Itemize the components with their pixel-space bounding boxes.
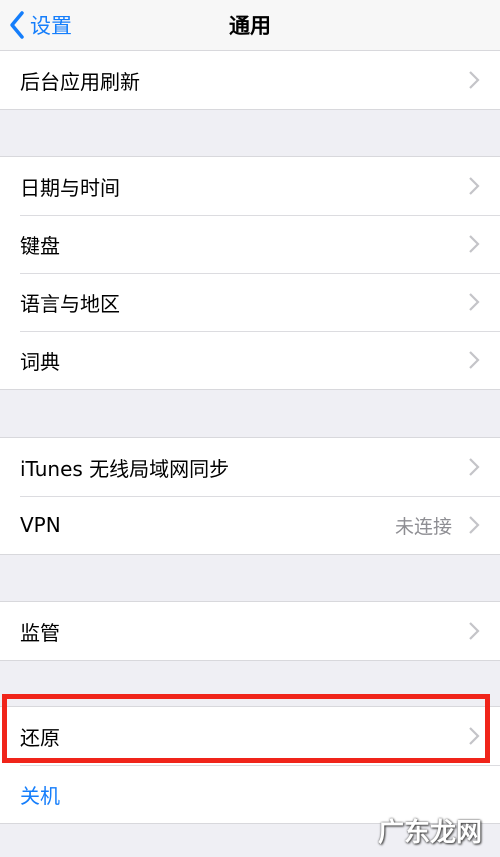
row-label: 监管 — [20, 620, 60, 645]
row-label: 键盘 — [20, 233, 60, 258]
chevron-right-icon — [469, 177, 480, 195]
row-vpn[interactable]: VPN 未连接 — [0, 496, 500, 554]
vpn-status: 未连接 — [394, 515, 452, 538]
shutdown-button: 关机 — [20, 783, 60, 808]
chevron-right-icon — [469, 351, 480, 369]
navigation-bar: 设置 通用 — [0, 0, 500, 51]
chevron-right-icon — [469, 516, 480, 534]
row-keyboard[interactable]: 键盘 — [0, 215, 500, 273]
row-supervision[interactable]: 监管 — [0, 602, 500, 660]
group-reset-shutdown: 还原 关机 — [0, 706, 500, 824]
row-label: iTunes 无线局域网同步 — [20, 456, 230, 481]
row-label: 词典 — [20, 349, 60, 374]
row-reset[interactable]: 还原 — [0, 707, 500, 765]
chevron-right-icon — [469, 293, 480, 311]
chevron-right-icon — [469, 71, 480, 89]
row-label: 语言与地区 — [20, 291, 120, 316]
group-locale: 日期与时间 键盘 语言与地区 词典 — [0, 156, 500, 390]
watermark: 广东龙网 — [377, 818, 482, 848]
page-title: 通用 — [229, 14, 271, 38]
row-language-region[interactable]: 语言与地区 — [0, 273, 500, 331]
row-date-time[interactable]: 日期与时间 — [0, 157, 500, 215]
row-label: 日期与时间 — [20, 175, 120, 200]
chevron-right-icon — [469, 458, 480, 476]
row-label: 后台应用刷新 — [20, 69, 140, 94]
row-label: 还原 — [20, 725, 60, 750]
chevron-right-icon — [469, 622, 480, 640]
group-supervision: 监管 — [0, 601, 500, 661]
group-sync: iTunes 无线局域网同步 VPN 未连接 — [0, 437, 500, 555]
row-background-app-refresh[interactable]: 后台应用刷新 — [0, 51, 500, 109]
row-dictionary[interactable]: 词典 — [0, 331, 500, 389]
chevron-right-icon — [469, 235, 480, 253]
chevron-right-icon — [469, 727, 480, 745]
group-background-refresh: 后台应用刷新 — [0, 50, 500, 110]
row-label: VPN — [20, 513, 61, 537]
row-itunes-wifi-sync[interactable]: iTunes 无线局域网同步 — [0, 438, 500, 496]
